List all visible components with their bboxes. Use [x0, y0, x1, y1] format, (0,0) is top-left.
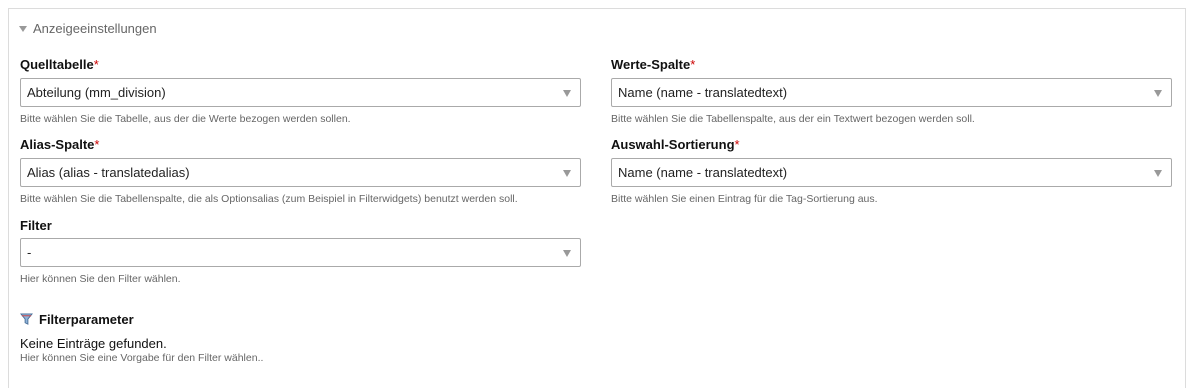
- required-marker: *: [93, 57, 99, 72]
- werte-spalte-help: Bitte wählen Sie die Tabellenspalte, aus…: [611, 113, 975, 125]
- auswahl-sortierung-value: Name (name - translatedtext): [618, 165, 788, 180]
- alias-spalte-help: Bitte wählen Sie die Tabellenspalte, die…: [20, 193, 518, 205]
- alias-spalte-select[interactable]: Alias (alias - translatedalias): [20, 158, 581, 187]
- quelltabelle-label: Quelltabelle*: [20, 57, 99, 72]
- chevron-down-icon: [563, 170, 571, 177]
- section-legend[interactable]: Anzeigeeinstellungen: [19, 21, 157, 36]
- filterparameter-title: Filterparameter: [20, 312, 134, 327]
- section-legend-label: Anzeigeeinstellungen: [33, 21, 157, 36]
- alias-spalte-label: Alias-Spalte*: [20, 137, 99, 152]
- chevron-down-icon: [1154, 170, 1162, 177]
- auswahl-sortierung-help: Bitte wählen Sie einen Eintrag für die T…: [611, 193, 878, 205]
- filter-label: Filter: [20, 218, 52, 233]
- funnel-icon: [20, 313, 33, 325]
- werte-spalte-label-text: Werte-Spalte: [611, 57, 691, 72]
- quelltabelle-value: Abteilung (mm_division): [27, 85, 166, 100]
- alias-spalte-label-text: Alias-Spalte: [20, 137, 95, 152]
- quelltabelle-help: Bitte wählen Sie die Tabelle, aus der di…: [20, 113, 351, 125]
- chevron-down-icon: [1154, 90, 1162, 97]
- auswahl-sortierung-select[interactable]: Name (name - translatedtext): [611, 158, 1172, 187]
- werte-spalte-label: Werte-Spalte*: [611, 57, 695, 72]
- werte-spalte-select[interactable]: Name (name - translatedtext): [611, 78, 1172, 107]
- werte-spalte-value: Name (name - translatedtext): [618, 85, 788, 100]
- quelltabelle-label-text: Quelltabelle: [20, 57, 94, 72]
- filterparameter-help: Hier können Sie eine Vorgabe für den Fil…: [20, 352, 264, 364]
- required-marker: *: [690, 57, 696, 72]
- filterparameter-title-text: Filterparameter: [39, 312, 134, 327]
- quelltabelle-select[interactable]: Abteilung (mm_division): [20, 78, 581, 107]
- alias-spalte-value: Alias (alias - translatedalias): [27, 165, 190, 180]
- filter-value: -: [27, 245, 32, 260]
- auswahl-sortierung-label-text: Auswahl-Sortierung: [611, 137, 735, 152]
- chevron-down-icon: [563, 250, 571, 257]
- filterparameter-empty: Keine Einträge gefunden.: [20, 336, 167, 351]
- auswahl-sortierung-label: Auswahl-Sortierung*: [611, 137, 740, 152]
- filter-help: Hier können Sie den Filter wählen.: [20, 273, 181, 285]
- collapse-triangle-icon: [19, 25, 27, 32]
- chevron-down-icon: [563, 90, 571, 97]
- required-marker: *: [94, 137, 100, 152]
- required-marker: *: [734, 137, 740, 152]
- filter-select[interactable]: -: [20, 238, 581, 267]
